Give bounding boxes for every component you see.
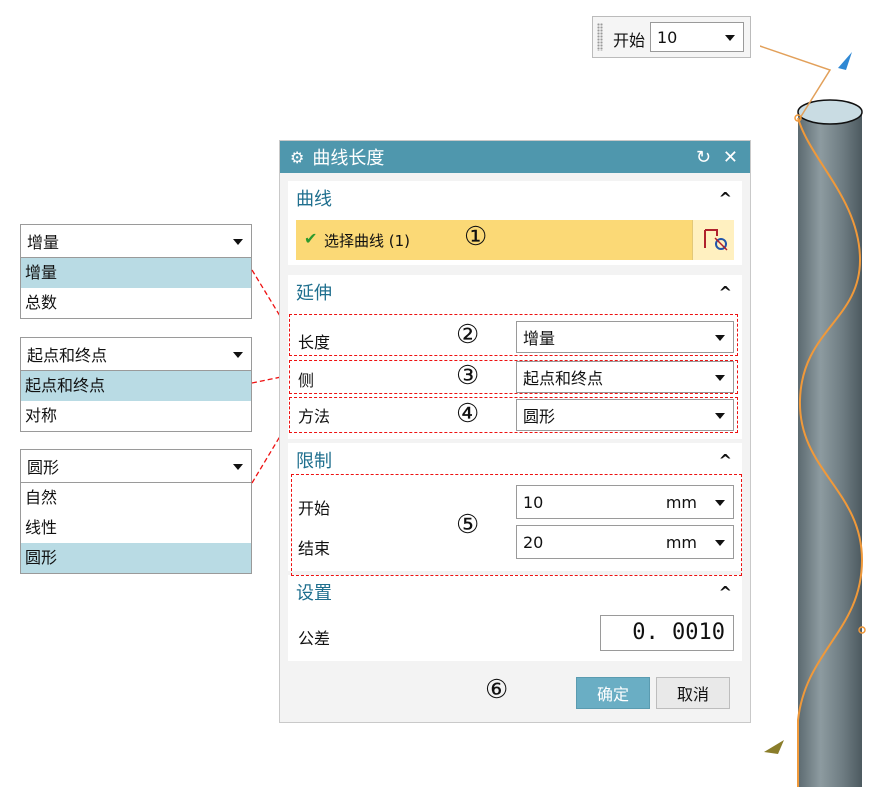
section-settings-body: 公差 0. 0010 — [288, 609, 742, 661]
cancel-button[interactable]: 取消 — [656, 677, 730, 709]
section-settings-header[interactable]: 设置 ^ — [288, 575, 742, 609]
ok-button[interactable]: 确定 — [576, 677, 650, 709]
collapse-icon[interactable]: ^ — [719, 283, 732, 302]
curve-select-tool[interactable] — [692, 220, 734, 260]
section-limits-header[interactable]: 限制 ^ — [288, 443, 742, 477]
section-limits-title: 限制 — [296, 451, 332, 472]
cancel-button-label: 取消 — [676, 685, 709, 704]
select-curve-label: 选择曲线 (1) — [324, 232, 411, 250]
collapse-icon[interactable]: ^ — [719, 451, 732, 470]
section-curve-title: 曲线 — [296, 189, 332, 210]
ok-button-label: 确定 — [596, 685, 629, 704]
marker-6: ⑥ — [485, 675, 509, 705]
annotation-box-limits — [291, 474, 742, 576]
dialog-titlebar: ⚙ 曲线长度 ↻ ✕ — [280, 141, 750, 173]
section-curve-body: ✔ 选择曲线 (1) ① — [288, 215, 742, 265]
curve-select-icon — [704, 229, 728, 251]
select-curve-row[interactable]: ✔ 选择曲线 (1) ① — [296, 220, 734, 260]
close-icon[interactable]: ✕ — [723, 147, 738, 168]
gear-icon[interactable]: ⚙ — [290, 148, 304, 167]
section-extend-title: 延伸 — [296, 283, 332, 304]
check-icon: ✔ — [304, 229, 318, 248]
tolerance-label: 公差 — [298, 629, 331, 648]
reset-icon[interactable]: ↻ — [696, 147, 711, 168]
tolerance-input[interactable]: 0. 0010 — [600, 615, 734, 651]
section-settings-title: 设置 — [296, 583, 332, 604]
section-extend-header[interactable]: 延伸 ^ — [288, 275, 742, 309]
tolerance-value: 0. 0010 — [632, 620, 725, 645]
collapse-icon[interactable]: ^ — [719, 583, 732, 602]
annotation-box-method — [289, 397, 738, 433]
dialog-title: 曲线长度 — [312, 148, 385, 169]
annotation-box-length — [289, 314, 738, 356]
marker-1: ① — [464, 222, 488, 252]
collapse-icon[interactable]: ^ — [719, 189, 732, 208]
section-curve-header[interactable]: 曲线 ^ — [288, 181, 742, 215]
annotation-box-side — [289, 360, 738, 394]
